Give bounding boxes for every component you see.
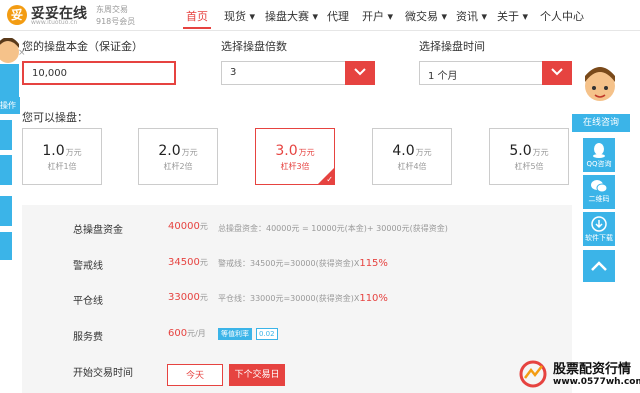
amount-card-2[interactable]: 2.0万元 杠杆2倍 bbox=[138, 128, 218, 185]
online-consult-title[interactable]: 在线咨询 bbox=[572, 114, 630, 132]
chevron-down-icon: ▾ bbox=[384, 10, 394, 23]
duration-select[interactable]: 1 个月 bbox=[419, 61, 572, 85]
chevron-down-icon: ▾ bbox=[478, 10, 488, 23]
side-button-3[interactable] bbox=[0, 196, 12, 226]
side-button-2[interactable] bbox=[0, 155, 12, 185]
service-fee-label: 服务费 bbox=[73, 332, 103, 343]
chevron-up-icon bbox=[591, 261, 607, 271]
logo-icon: 妥 bbox=[7, 5, 27, 25]
multiple-dropdown-button[interactable] bbox=[345, 61, 375, 85]
chevron-down-icon: ▾ bbox=[438, 10, 448, 23]
nav-home[interactable]: 首页 bbox=[186, 8, 208, 24]
duration-value: 1 个月 bbox=[428, 71, 458, 82]
rate-value-badge: 0.02 bbox=[256, 328, 278, 340]
watermark-title: 股票配资行情 bbox=[553, 362, 632, 377]
side-tab-operation[interactable]: 操作 bbox=[0, 97, 20, 114]
chevron-down-icon: ▾ bbox=[519, 10, 529, 23]
amount-card-4[interactable]: 4.0万元 杠杆4倍 bbox=[372, 128, 452, 185]
top-bar: 妥 妥妥在线 www.ituotuo.cn 东周交易 918号会员 首页 现货 … bbox=[0, 0, 640, 31]
start-time-label: 开始交易时间 bbox=[73, 368, 133, 379]
multiple-label: 选择操盘倍数 bbox=[221, 40, 287, 53]
amount-card-5[interactable]: 5.0万元 杠杆5倍 bbox=[489, 128, 569, 185]
nav-about[interactable]: 关于 ▾ bbox=[497, 8, 528, 24]
nav-micro-trade[interactable]: 微交易 ▾ bbox=[405, 8, 447, 24]
next-trading-day-button[interactable]: 下个交易日 bbox=[229, 364, 285, 386]
qq-icon bbox=[593, 143, 605, 158]
close-line-value: 33000元 bbox=[168, 292, 208, 303]
total-capital-label: 总操盘资金 bbox=[73, 225, 123, 236]
principal-input[interactable]: 10,000 bbox=[22, 61, 176, 85]
duration-label: 选择操盘时间 bbox=[419, 40, 485, 53]
side-button-1[interactable] bbox=[0, 120, 12, 150]
customer-service-avatar-icon bbox=[0, 38, 19, 98]
check-icon: ✓ bbox=[326, 175, 333, 184]
download-icon bbox=[591, 216, 607, 232]
brand-url: www.ituotuo.cn bbox=[31, 19, 78, 26]
wechat-icon bbox=[591, 180, 607, 193]
consultant-avatar-icon bbox=[585, 67, 615, 101]
service-fee-value: 600元/月 bbox=[168, 328, 206, 339]
close-line-note: 平仓线：33000元=30000(获得资金)X110% bbox=[218, 293, 388, 304]
chevron-down-icon: ▾ bbox=[246, 10, 256, 23]
qq-consult-button[interactable]: QQ咨询 bbox=[583, 138, 615, 172]
close-icon[interactable]: × bbox=[18, 48, 26, 58]
nav-agent[interactable]: 代理 bbox=[327, 8, 349, 24]
nav-user-center[interactable]: 个人中心 bbox=[540, 8, 584, 24]
side-button-4[interactable] bbox=[0, 232, 12, 260]
nav-account[interactable]: 开户 ▾ bbox=[362, 8, 393, 24]
chevron-down-icon bbox=[354, 68, 366, 76]
warning-line-label: 警戒线 bbox=[73, 261, 103, 272]
total-capital-value: 40000元 bbox=[168, 221, 208, 232]
back-to-top-button[interactable] bbox=[583, 250, 615, 282]
chevron-down-icon: ▾ bbox=[309, 10, 319, 23]
total-capital-note: 总操盘资金：40000元 = 10000元(本金)+ 30000元(获得资金) bbox=[218, 224, 448, 233]
duration-dropdown-button[interactable] bbox=[542, 61, 572, 85]
cards-title: 您可以操盘： bbox=[22, 111, 88, 124]
today-button[interactable]: 今天 bbox=[167, 364, 223, 386]
nav-active-indicator bbox=[183, 27, 211, 29]
chevron-down-icon bbox=[551, 68, 563, 76]
close-line-label: 平仓线 bbox=[73, 296, 103, 307]
principal-label: 您的操盘本金（保证金） bbox=[22, 40, 143, 53]
amount-card-3-selected[interactable]: 3.0万元 杠杆3倍 ✓ bbox=[255, 128, 335, 185]
amount-card-1[interactable]: 1.0万元 杠杆1倍 bbox=[22, 128, 102, 185]
equivalent-rate-badge: 等值利率 bbox=[218, 328, 252, 340]
principal-value: 10,000 bbox=[32, 68, 67, 79]
watermark: 股票配资行情 www.0577wh.com bbox=[515, 356, 640, 393]
warning-line-value: 34500元 bbox=[168, 257, 208, 268]
watermark-url: www.0577wh.com bbox=[553, 377, 640, 387]
qr-code-button[interactable]: 二维码 bbox=[583, 175, 615, 209]
nav-news[interactable]: 资讯 ▾ bbox=[456, 8, 487, 24]
nav-spot[interactable]: 现货 ▾ bbox=[224, 8, 255, 24]
multiple-value: 3 bbox=[230, 67, 237, 78]
software-download-button[interactable]: 软件下载 bbox=[583, 212, 615, 246]
watermark-logo-icon bbox=[519, 360, 547, 388]
multiple-select[interactable]: 3 bbox=[221, 61, 375, 85]
warning-line-note: 警戒线：34500元=30000(获得资金)X115% bbox=[218, 258, 388, 269]
nav-contest[interactable]: 操盘大赛 ▾ bbox=[265, 8, 318, 24]
header-sub-1: 东周交易 bbox=[96, 5, 128, 14]
header-sub-2: 918号会员 bbox=[96, 17, 136, 26]
